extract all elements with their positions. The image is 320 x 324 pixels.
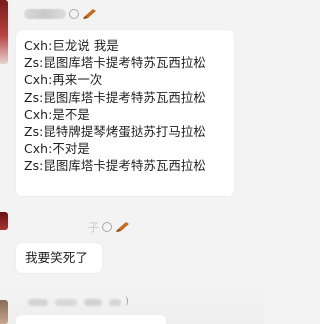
avatar[interactable] bbox=[0, 300, 8, 324]
message-line: Cxh:是不是 bbox=[24, 106, 90, 122]
badge-icon bbox=[102, 222, 112, 232]
message-line: Cxh:再来一次 bbox=[24, 72, 103, 88]
pen-icon bbox=[83, 9, 96, 19]
avatar[interactable] bbox=[0, 212, 8, 230]
message-bubble[interactable]: Cxh:巨龙说 我是 Zs:昆图库塔卡提考特苏瓦西拉松 Cxh:再来一次 Zs:… bbox=[16, 30, 234, 196]
blurred-sender-name bbox=[55, 299, 77, 306]
blurred-sender-name bbox=[109, 299, 121, 306]
sender-name-fragment: ) bbox=[125, 296, 129, 307]
message-line: Cxh:不对是 bbox=[24, 141, 90, 157]
message-line: Zs:昆图库塔卡提考特苏瓦西拉松 bbox=[24, 158, 206, 174]
sender-header bbox=[24, 8, 97, 20]
chat-window: Cxh:巨龙说 我是 Zs:昆图库塔卡提考特苏瓦西拉松 Cxh:再来一次 Zs:… bbox=[0, 0, 264, 324]
sender-name-fragment: 子 bbox=[88, 221, 99, 234]
message-text: 我要笑死了 bbox=[25, 250, 88, 265]
badge-icon bbox=[69, 9, 79, 19]
avatar[interactable] bbox=[0, 0, 8, 64]
sender-header: 子 bbox=[88, 219, 130, 235]
pen-icon bbox=[116, 222, 129, 232]
blurred-sender-name bbox=[28, 299, 48, 306]
message-text: Cxh:巨龙说 我是 Zs:昆图库塔卡提考特苏瓦西拉松 Cxh:再来一次 Zs:… bbox=[24, 37, 228, 175]
blurred-sender-name bbox=[24, 9, 66, 19]
message-bubble[interactable]: 我要笑死了 bbox=[16, 243, 102, 273]
message-line: Zs:昆图库塔卡提考特苏瓦西拉松 bbox=[24, 89, 206, 105]
blurred-sender-name bbox=[84, 299, 102, 306]
message-line: Zs:昆特牌提琴烤蛋挞苏打马拉松 bbox=[24, 124, 206, 140]
message-line: Cxh:巨龙说 我是 bbox=[24, 38, 119, 53]
message-line: Zs:昆图库塔卡提考特苏瓦西拉松 bbox=[24, 55, 206, 71]
message-bubble[interactable] bbox=[16, 315, 166, 324]
